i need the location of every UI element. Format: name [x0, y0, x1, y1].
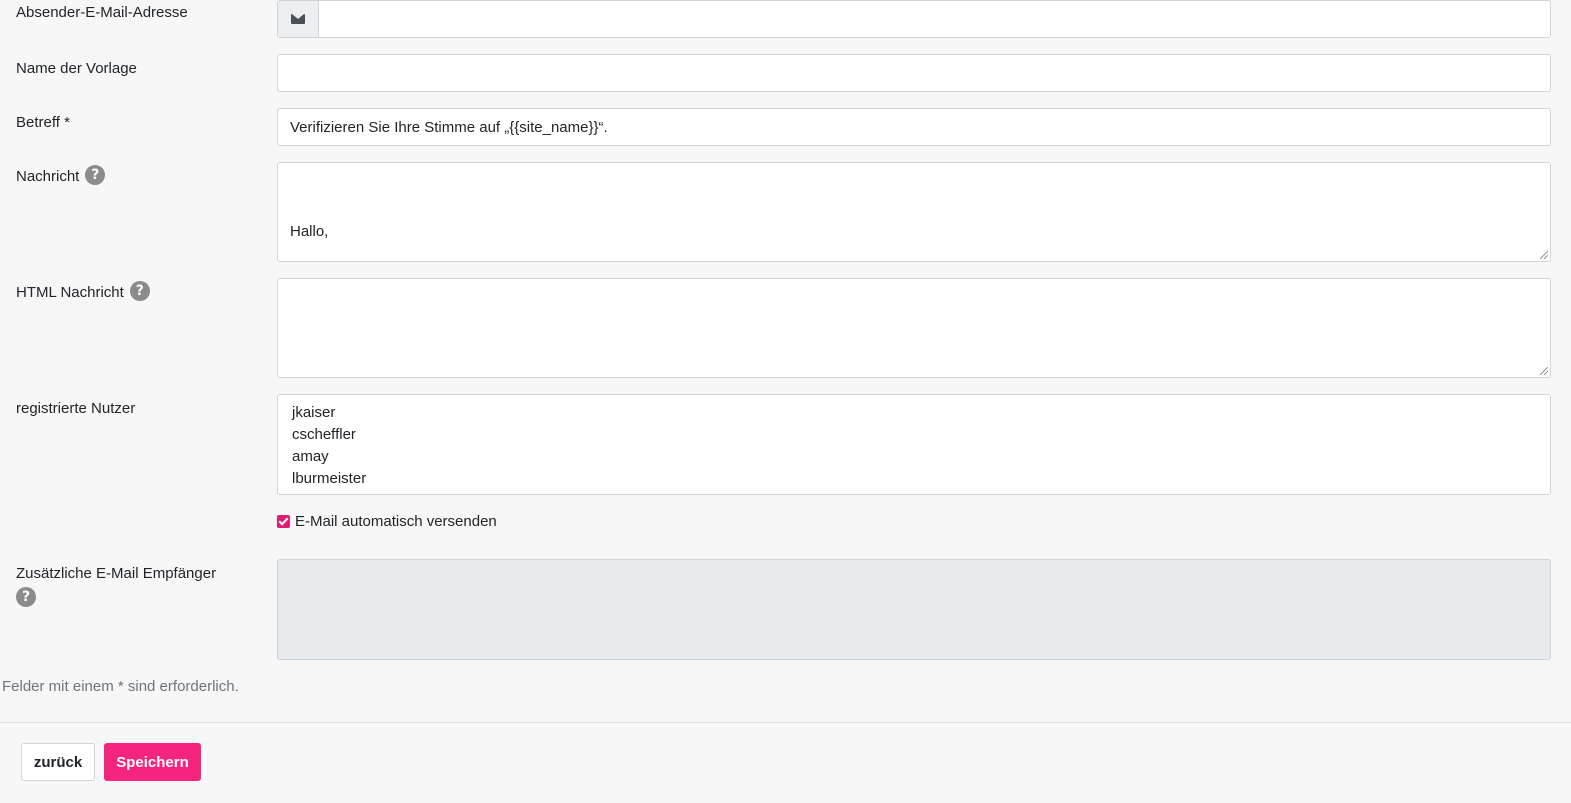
auto-send-checkbox[interactable]	[277, 515, 290, 528]
question-circle-icon[interactable]: ?	[85, 165, 106, 186]
subject-label: Betreff *	[16, 114, 70, 131]
subject-input[interactable]: Verifizieren Sie Ihre Stimme auf „{{site…	[277, 108, 1551, 146]
registered-users-label: registrierte Nutzer	[16, 400, 136, 417]
html-message-textarea[interactable]	[277, 278, 1551, 378]
sender-email-input[interactable]	[319, 1, 1550, 37]
resize-handle[interactable]	[1540, 251, 1548, 259]
divider	[0, 722, 1571, 723]
message-label: Nachricht	[16, 168, 80, 185]
user-option[interactable]: lburmeister	[292, 468, 1536, 490]
message-text: Hallo, bitte verifizieren Sie Ihre Stimm…	[290, 223, 329, 240]
user-option[interactable]: cscheffler	[292, 424, 1536, 446]
additional-recipients-label-wrap: Zusätzliche E-Mail Empfänger ?	[16, 563, 246, 608]
template-name-label: Name der Vorlage	[16, 60, 137, 77]
resize-handle[interactable]	[1540, 367, 1548, 375]
additional-recipients-label: Zusätzliche E-Mail Empfänger	[16, 565, 217, 582]
envelope-icon	[278, 1, 319, 37]
user-option[interactable]: jkaiser	[292, 402, 1536, 424]
save-button[interactable]: Speichern	[104, 743, 201, 781]
back-button[interactable]: zurück	[21, 743, 95, 781]
message-textarea[interactable]: Hallo, bitte verifizieren Sie Ihre Stimm…	[277, 162, 1551, 262]
auto-send-row: E-Mail automatisch versenden	[277, 513, 497, 530]
question-circle-icon[interactable]: ?	[129, 281, 150, 302]
html-message-label-wrap: HTML Nachricht?	[16, 281, 256, 304]
message-label-wrap: Nachricht?	[16, 165, 256, 188]
required-fields-note: Felder mit einem * sind erforderlich.	[2, 678, 239, 695]
user-option[interactable]: amay	[292, 446, 1536, 468]
email-template-form: Absender-E-Mail-Adresse Name der Vorlage…	[0, 0, 1571, 803]
html-message-label: HTML Nachricht	[16, 284, 124, 301]
question-circle-icon[interactable]: ?	[16, 587, 36, 608]
additional-recipients-textarea	[277, 559, 1551, 660]
registered-users-select[interactable]: jkaiser cscheffler amay lburmeister	[277, 394, 1551, 495]
auto-send-label[interactable]: E-Mail automatisch versenden	[295, 513, 497, 530]
sender-email-label: Absender-E-Mail-Adresse	[16, 4, 188, 21]
template-name-input[interactable]	[277, 54, 1551, 92]
sender-email-field[interactable]	[277, 0, 1551, 38]
